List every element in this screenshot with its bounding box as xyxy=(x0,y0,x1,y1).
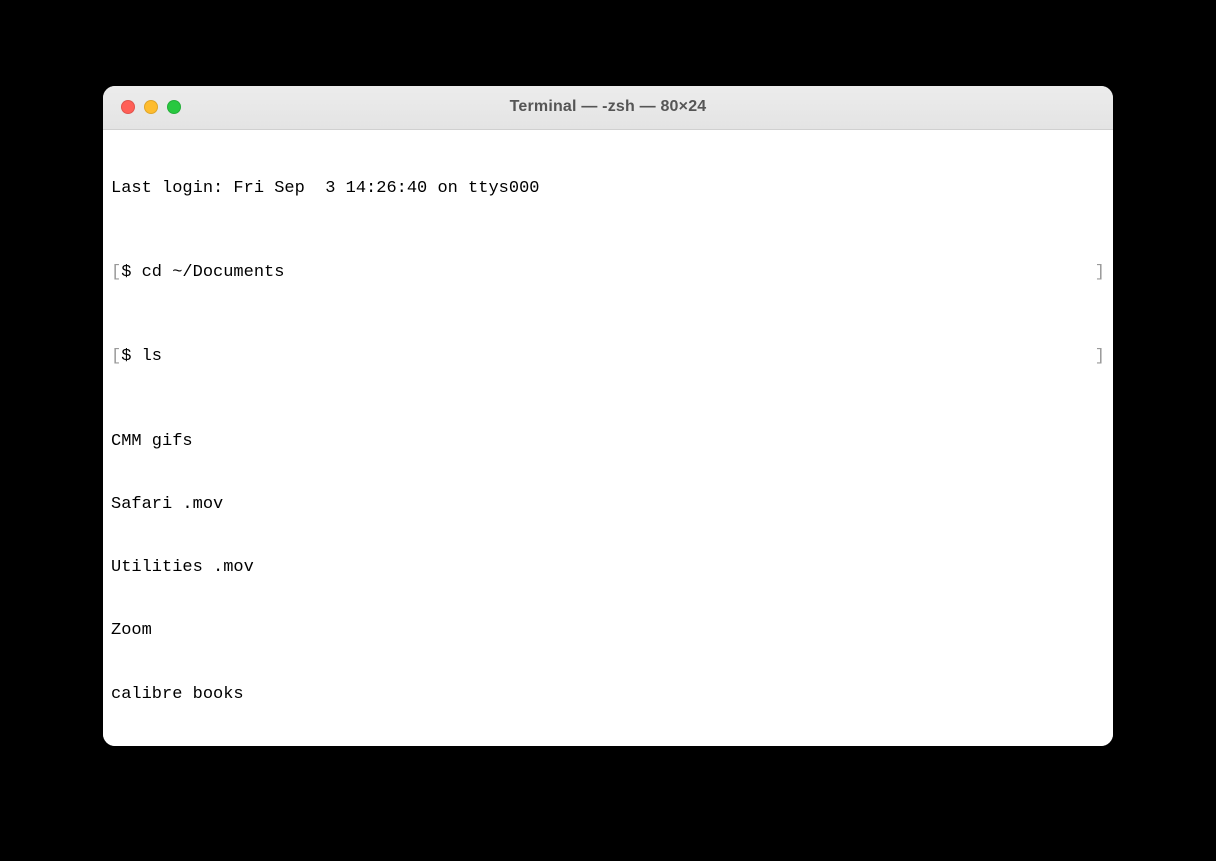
output-line: calibre books xyxy=(111,684,1105,705)
terminal-body[interactable]: Last login: Fri Sep 3 14:26:40 on ttys00… xyxy=(103,130,1113,746)
output-text: Utilities .mov xyxy=(111,557,254,578)
output-line: CMM gifs xyxy=(111,431,1105,452)
command-line: [$ cd ~/Documents] xyxy=(111,262,1105,283)
output-line: Safari .mov xyxy=(111,494,1105,515)
bracket-open: [ xyxy=(111,262,121,283)
prompt: $ xyxy=(121,346,141,367)
output-text: CMM gifs xyxy=(111,431,193,452)
command-text: cd ~/Documents xyxy=(142,262,285,283)
command-line: [$ ls] xyxy=(111,346,1105,367)
minimize-button[interactable] xyxy=(144,100,158,114)
bracket-close: ] xyxy=(1095,262,1105,283)
prompt: $ xyxy=(121,262,141,283)
bracket-open: [ xyxy=(111,346,121,367)
output-line: Zoom xyxy=(111,620,1105,641)
last-login-text: Last login: Fri Sep 3 14:26:40 on ttys00… xyxy=(111,178,539,199)
terminal-window: Terminal — -zsh — 80×24 Last login: Fri … xyxy=(103,86,1113,746)
close-button[interactable] xyxy=(121,100,135,114)
maximize-button[interactable] xyxy=(167,100,181,114)
output-text: calibre books xyxy=(111,684,244,705)
window-title: Terminal — -zsh — 80×24 xyxy=(103,98,1113,116)
traffic-lights xyxy=(103,100,181,114)
output-text: Safari .mov xyxy=(111,494,223,515)
command-text: ls xyxy=(142,346,162,367)
bracket-close: ] xyxy=(1095,346,1105,367)
last-login-line: Last login: Fri Sep 3 14:26:40 on ttys00… xyxy=(111,178,1105,199)
titlebar[interactable]: Terminal — -zsh — 80×24 xyxy=(103,86,1113,130)
output-text: Zoom xyxy=(111,620,152,641)
output-line: Utilities .mov xyxy=(111,557,1105,578)
